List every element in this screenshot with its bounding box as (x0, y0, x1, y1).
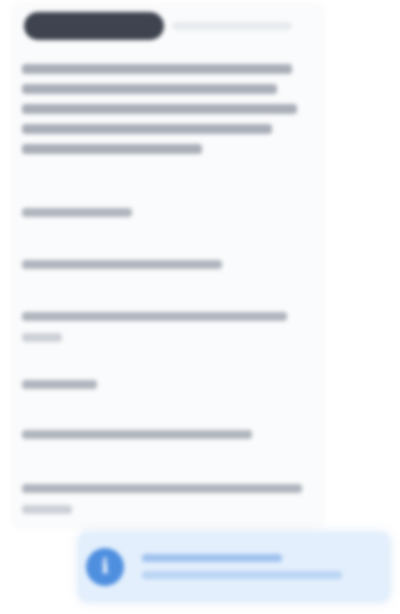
list-item[interactable] (22, 260, 302, 281)
content-panel (14, 6, 322, 526)
list-item[interactable] (22, 312, 302, 354)
list-item[interactable] (22, 208, 302, 229)
title-trail (172, 22, 292, 30)
list-item[interactable] (22, 430, 302, 451)
notification-toast[interactable]: ℹ (78, 532, 390, 602)
info-icon: ℹ (86, 548, 124, 586)
list-item[interactable] (22, 484, 302, 526)
intro-paragraph (22, 58, 302, 178)
list-item[interactable] (22, 380, 302, 401)
toast-message (142, 554, 342, 588)
panel-title (24, 12, 164, 40)
